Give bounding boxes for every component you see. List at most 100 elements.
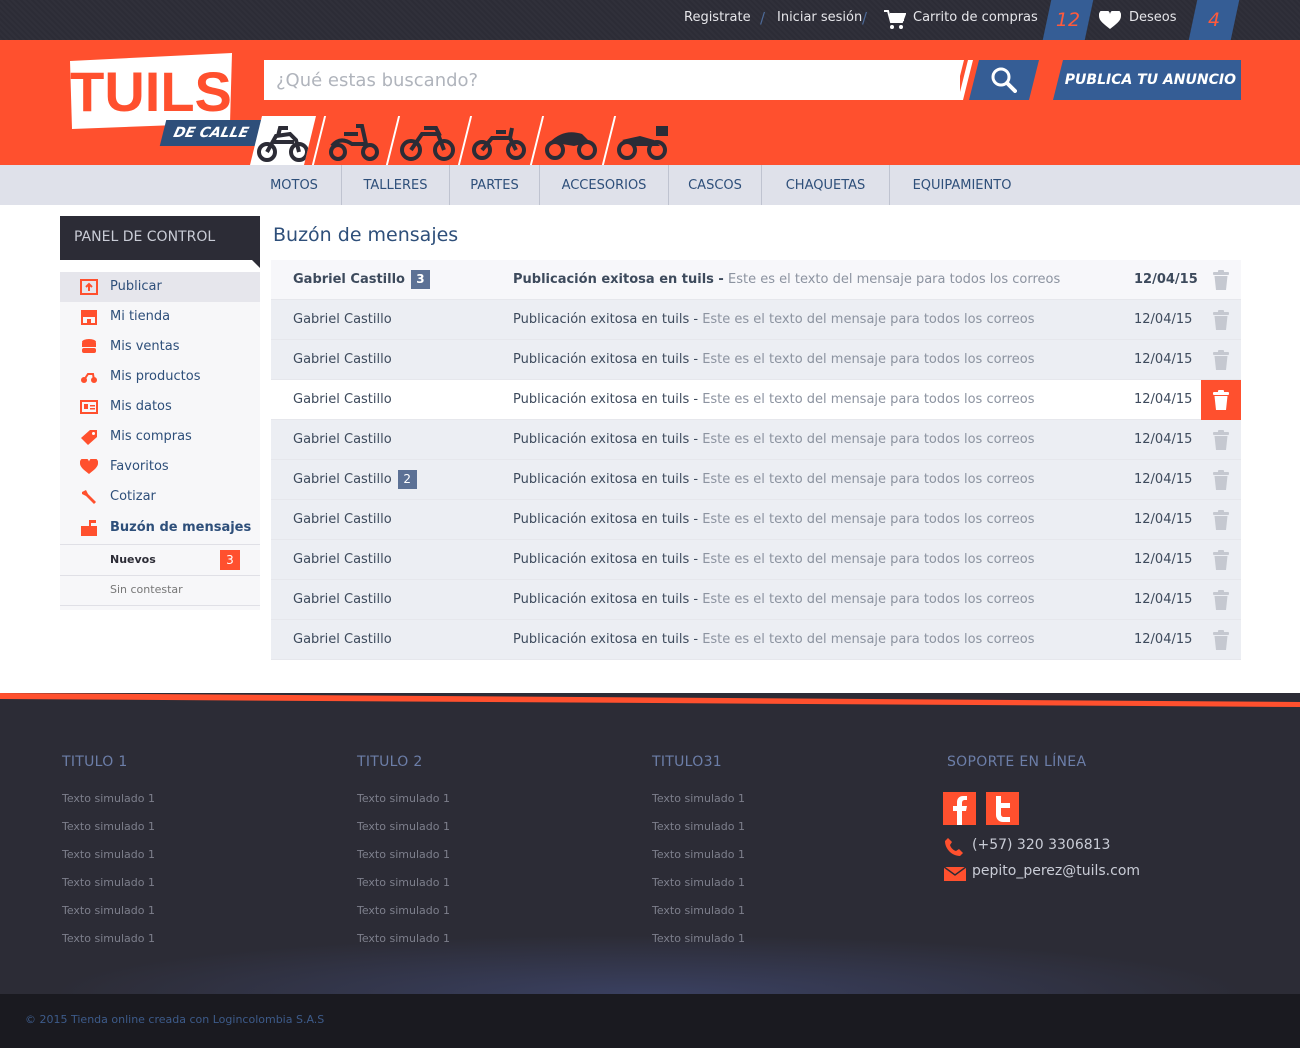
subject-text: Publicación exitosa en tuils - (513, 312, 699, 327)
subitem-label: Nuevos (110, 553, 156, 566)
nav-chaquetas[interactable]: CHAQUETAS (762, 165, 889, 205)
publish-ad-button[interactable]: PUBLICA TU ANUNCIO (1053, 60, 1241, 100)
sidebar-item-mi-tienda[interactable]: Mi tienda (60, 302, 260, 332)
nav-equipamiento[interactable]: EQUIPAMIENTO (890, 165, 1034, 205)
delete-button[interactable] (1201, 340, 1241, 380)
twitter-icon[interactable] (986, 792, 1019, 825)
delete-button[interactable] (1201, 500, 1241, 540)
header: TUILS DE CALLE PUBLICA TU ANUNCIO (0, 40, 1300, 165)
category-moto-chopper[interactable] (466, 116, 532, 165)
delete-button[interactable] (1201, 420, 1241, 460)
category-scooter[interactable] (322, 116, 388, 165)
nav-motos[interactable]: MOTOS (247, 165, 341, 205)
message-subject: Publicación exitosa en tuils - Este es e… (513, 580, 1034, 620)
footer-link[interactable]: Texto simulado 1 (357, 904, 450, 917)
support-phone[interactable]: (+57) 320 3306813 (972, 837, 1110, 853)
footer-link[interactable]: Texto simulado 1 (62, 848, 155, 861)
login-link[interactable]: Iniciar sesión (777, 10, 862, 25)
message-row[interactable]: Gabriel Castillo Publicación exitosa en t… (271, 620, 1241, 660)
message-row[interactable]: Gabriel Castillo Publicación exitosa en t… (271, 380, 1241, 420)
category-moto-cross[interactable] (394, 116, 460, 165)
message-row[interactable]: Gabriel Castillo Publicación exitosa en t… (271, 580, 1241, 620)
sidebar-item-label: Cotizar (110, 489, 156, 504)
nav-cascos[interactable]: CASCOS (669, 165, 761, 205)
category-moto-touring[interactable] (610, 116, 676, 165)
sidebar-subitem-sin-contestar[interactable]: Sin contestar (60, 575, 260, 605)
sidebar-item-mis-compras[interactable]: Mis compras (60, 422, 260, 452)
sidebar-item-favoritos[interactable]: Favoritos (60, 452, 260, 482)
register-link[interactable]: Registrate (684, 10, 751, 25)
message-preview: Este es el texto del mensaje para todos … (702, 632, 1035, 647)
delete-button[interactable] (1201, 380, 1241, 420)
search-button[interactable] (969, 60, 1039, 100)
footer-link[interactable]: Texto simulado 1 (652, 904, 745, 917)
footer-link[interactable]: Texto simulado 1 (652, 848, 745, 861)
nav-partes[interactable]: PARTES (450, 165, 539, 205)
message-subject: Publicación exitosa en tuils - Este es e… (513, 380, 1034, 420)
message-row[interactable]: Gabriel Castillo Publicación exitosa en t… (271, 500, 1241, 540)
footer-link[interactable]: Texto simulado 1 (652, 792, 745, 805)
message-date: 12/04/15 (1134, 352, 1193, 367)
delete-button[interactable] (1201, 620, 1241, 660)
trash-icon (1213, 470, 1229, 490)
sidebar-item-label: Publicar (110, 279, 162, 294)
sender-name: Gabriel Castillo (293, 272, 405, 287)
footer-link[interactable]: Texto simulado 1 (357, 876, 450, 889)
message-sender: Gabriel Castillo 3 (293, 260, 430, 300)
delete-button[interactable] (1201, 460, 1241, 500)
footer-link[interactable]: Texto simulado 1 (357, 792, 450, 805)
delete-button[interactable] (1201, 300, 1241, 340)
wishlist-link[interactable]: Deseos (1129, 10, 1177, 25)
cart-link[interactable]: Carrito de compras (913, 10, 1038, 25)
support-email[interactable]: pepito_perez@tuils.com (972, 863, 1140, 879)
message-row[interactable]: Gabriel Castillo Publicación exitosa en t… (271, 300, 1241, 340)
cart-icon[interactable] (884, 10, 906, 30)
delete-button[interactable] (1201, 580, 1241, 620)
sidebar-item-publicar[interactable]: Publicar (60, 272, 260, 302)
nav-accesorios[interactable]: ACCESORIOS (540, 165, 668, 205)
footer-link[interactable]: Texto simulado 1 (62, 876, 155, 889)
footer-link[interactable]: Texto simulado 1 (652, 820, 745, 833)
sidebar-item-mis-productos[interactable]: Mis productos (60, 362, 260, 392)
message-row[interactable]: Gabriel Castillo 2 Publicación exitosa en … (271, 460, 1241, 500)
heart-icon[interactable] (1099, 11, 1121, 30)
delete-button[interactable] (1201, 540, 1241, 580)
footer-link[interactable]: Texto simulado 1 (62, 820, 155, 833)
footer-link[interactable]: Texto simulado 1 (62, 904, 155, 917)
moto-cross-icon (400, 126, 455, 161)
sidebar-item-mis-datos[interactable]: Mis datos (60, 392, 260, 422)
sidebar-item-mis-ventas[interactable]: Mis ventas (60, 332, 260, 362)
nav-talleres[interactable]: TALLERES (342, 165, 449, 205)
tuils-logo[interactable]: TUILS (70, 53, 232, 129)
sidebar-item-cotizar[interactable]: Cotizar (60, 482, 260, 512)
coins-icon (82, 339, 96, 353)
message-sender: Gabriel Castillo (293, 300, 392, 340)
mail-icon (944, 866, 966, 881)
trash-icon (1213, 390, 1229, 410)
footer-link[interactable]: Texto simulado 1 (62, 792, 155, 805)
delete-button[interactable] (1201, 260, 1241, 300)
facebook-icon[interactable] (943, 792, 976, 825)
category-moto-deportiva[interactable] (538, 116, 604, 165)
wishlist-count-badge[interactable]: 4 (1188, 0, 1240, 40)
sidebar-subitem-nuevos[interactable]: Nuevos 3 (60, 545, 260, 575)
trash-icon (1213, 510, 1229, 530)
footer-link[interactable]: Texto simulado 1 (652, 932, 745, 945)
footer-link[interactable]: Texto simulado 1 (357, 848, 450, 861)
cart-count-badge[interactable]: 12 (1042, 0, 1094, 40)
message-sender: Gabriel Castillo (293, 500, 392, 540)
message-row[interactable]: Gabriel Castillo Publicación exitosa en t… (271, 420, 1241, 460)
footer-link[interactable]: Texto simulado 1 (62, 932, 155, 945)
sender-name: Gabriel Castillo (293, 632, 392, 647)
footer-link[interactable]: Texto simulado 1 (357, 932, 450, 945)
footer-link[interactable]: Texto simulado 1 (357, 820, 450, 833)
message-row[interactable]: Gabriel Castillo Publicación exitosa en t… (271, 540, 1241, 580)
sidebar-item-buzon[interactable]: Buzón de mensajes (60, 513, 260, 543)
message-date: 12/04/15 (1134, 312, 1193, 327)
message-row[interactable]: Gabriel Castillo 3 Publicación exitosa en … (271, 260, 1241, 300)
search-input[interactable] (264, 60, 960, 100)
trash-icon (1213, 630, 1229, 650)
id-card-icon (80, 400, 98, 414)
footer-link[interactable]: Texto simulado 1 (652, 876, 745, 889)
message-row[interactable]: Gabriel Castillo Publicación exitosa en t… (271, 340, 1241, 380)
